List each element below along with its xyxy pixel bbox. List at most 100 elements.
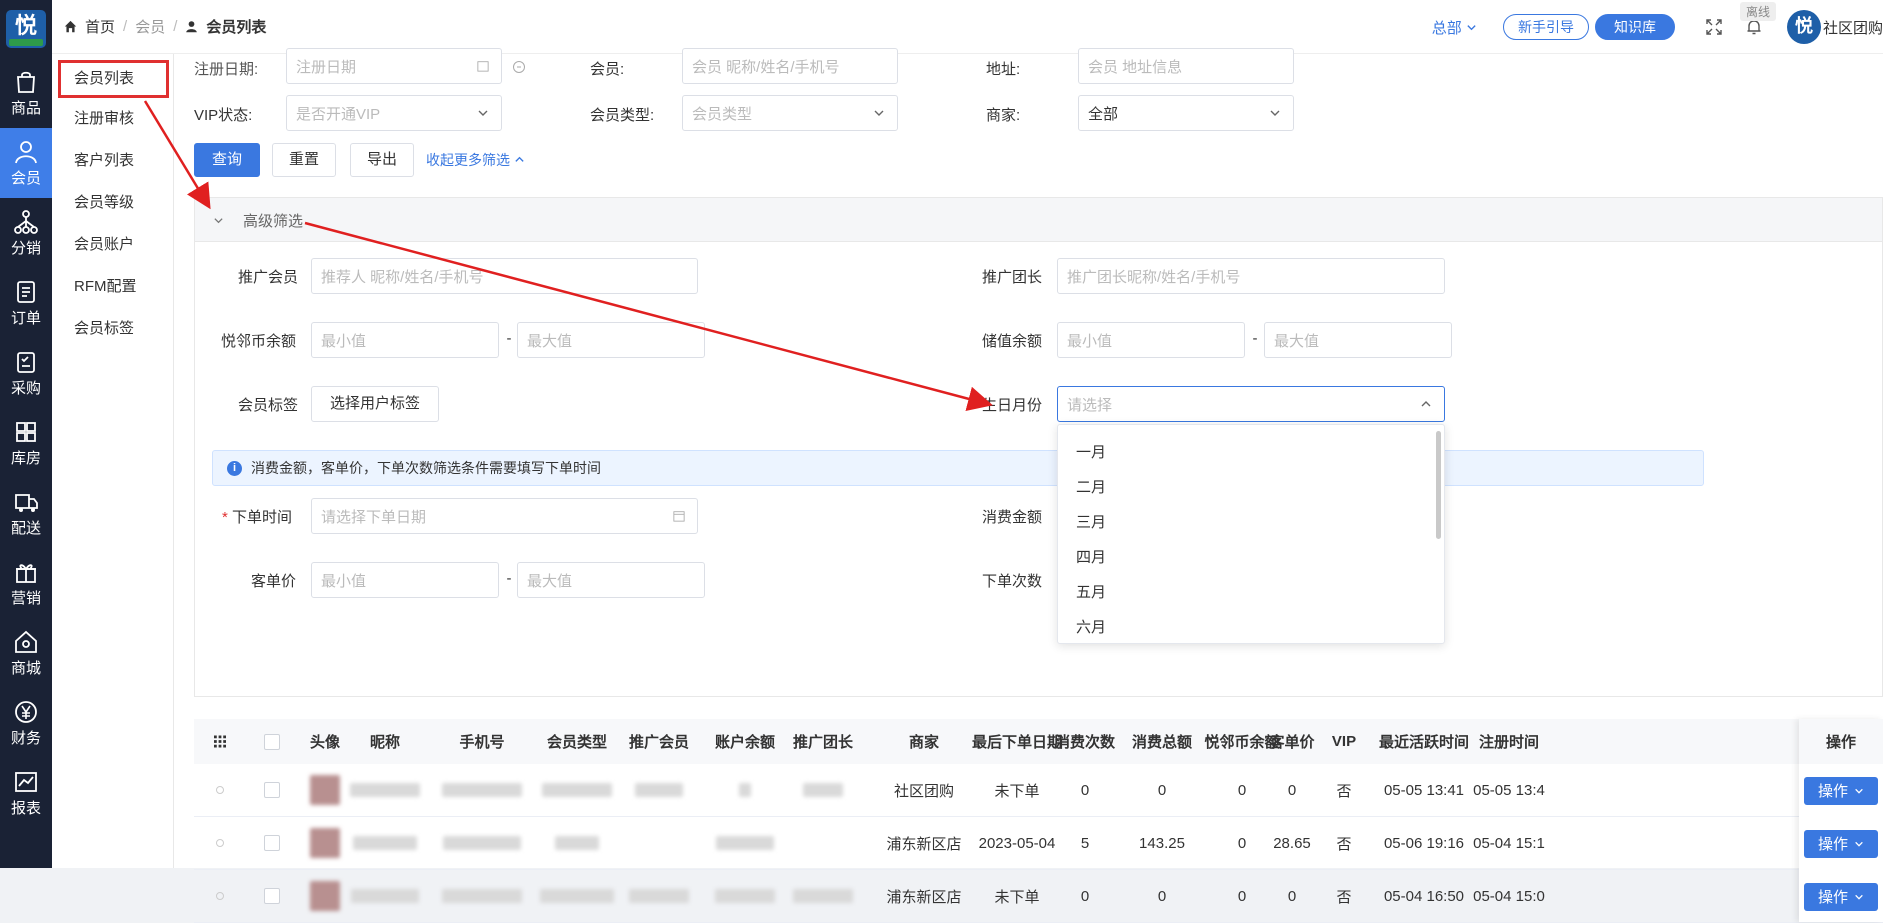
person-small-icon <box>186 21 198 33</box>
month-option[interactable]: 一月 <box>1058 435 1444 470</box>
coin-min-input[interactable]: 最小值 <box>311 322 499 358</box>
subnav-item-6[interactable]: 会员标签 <box>52 308 173 350</box>
coin-max-input[interactable]: 最大值 <box>517 322 705 358</box>
member-type-select[interactable]: 会员类型 <box>682 95 898 131</box>
collapse-filters-link[interactable]: 收起更多筛选 <box>426 150 525 170</box>
month-option[interactable]: 五月 <box>1058 575 1444 610</box>
cell-avg: 0 <box>1287 781 1297 799</box>
month-option[interactable]: 四月 <box>1058 540 1444 575</box>
stored-max-input[interactable]: 最大值 <box>1264 322 1452 358</box>
cell-vip: 否 <box>1336 888 1352 906</box>
rail-item-6[interactable]: 配送 <box>0 478 52 548</box>
rail-item-1[interactable]: 会员 <box>0 128 52 198</box>
advanced-filter-title: 高级筛选 <box>243 213 304 230</box>
table-row[interactable]: 浦东新区店 未下单 0 0 0 0 否 05-04 16:50 05-04 15:0 <box>194 870 1883 923</box>
subnav-item-1[interactable]: 注册审核 <box>52 98 173 140</box>
month-option[interactable]: 三月 <box>1058 505 1444 540</box>
advanced-filter-header[interactable]: 高级筛选 <box>194 197 1883 241</box>
avg-max-input[interactable]: 最大值 <box>517 562 705 598</box>
member-input[interactable]: 会员 昵称/姓名/手机号 <box>682 48 898 84</box>
reg-date-input[interactable]: 注册日期 <box>286 48 502 84</box>
birth-month-select[interactable]: 请选择 <box>1057 386 1445 422</box>
clear-icon[interactable] <box>512 60 526 74</box>
select-tag-button[interactable]: 选择用户标签 <box>311 386 439 422</box>
row-checkbox[interactable] <box>264 888 280 904</box>
birth-month-dropdown: 一月 二月 三月 四月 五月 六月 <box>1057 424 1445 644</box>
rail-item-3[interactable]: 订单 <box>0 268 52 338</box>
cell-merchant: 浦东新区店 <box>886 888 962 906</box>
subnav-item-0[interactable]: 会员列表 <box>58 60 169 98</box>
column-settings-icon[interactable] <box>214 735 226 748</box>
export-button[interactable]: 导出 <box>350 143 414 177</box>
leader-input[interactable]: 推广团长昵称/姓名/手机号 <box>1057 258 1445 294</box>
breadcrumb-home[interactable]: 首页 <box>85 16 115 37</box>
cell-nick <box>340 870 430 922</box>
address-input[interactable]: 会员 地址信息 <box>1078 48 1294 84</box>
dropdown-scrollbar[interactable] <box>1436 431 1441 539</box>
reset-button[interactable]: 重置 <box>272 143 336 177</box>
rail-item-10[interactable]: 报表 <box>0 758 52 828</box>
knowledge-base-button[interactable]: 知识库 <box>1594 14 1675 40</box>
rail-item-0[interactable]: 商品 <box>0 58 52 128</box>
rail-item-2[interactable]: 分销 <box>0 198 52 268</box>
merchant-select[interactable]: 全部 <box>1078 95 1294 131</box>
user-name[interactable]: 社区团购 <box>1823 17 1883 38</box>
redacted-text <box>542 783 612 797</box>
promoter-input[interactable]: 推荐人 昵称/姓名/手机号 <box>311 258 698 294</box>
query-button[interactable]: 查询 <box>194 143 260 177</box>
expand-dot[interactable] <box>216 892 224 900</box>
table-row[interactable]: 社区团购 未下单 0 0 0 0 否 05-05 13:41 05-05 13:4 <box>194 764 1883 817</box>
redacted-text <box>739 783 751 797</box>
cell-balance <box>700 870 790 922</box>
fullscreen-icon[interactable] <box>1705 18 1723 36</box>
chevron-down-icon <box>1270 110 1280 116</box>
order-time-input[interactable]: 请选择下单日期 <box>311 498 698 534</box>
subnav-item-2[interactable]: 客户列表 <box>52 140 173 182</box>
row-checkbox[interactable] <box>264 782 280 798</box>
row-op-button[interactable]: 操作 <box>1804 829 1878 858</box>
chevron-down-icon <box>1467 24 1476 30</box>
redacted-text <box>629 889 689 903</box>
user-avatar[interactable]: 悦 <box>1786 10 1821 44</box>
coin-balance-label: 悦邻币余额 <box>221 333 297 350</box>
rail-item-8[interactable]: 商城 <box>0 618 52 688</box>
chart-icon <box>15 771 37 792</box>
stored-balance-label: 储值余额 <box>982 333 1043 350</box>
rail-item-7[interactable]: 营销 <box>0 548 52 618</box>
rail-item-9[interactable]: 财务 <box>0 688 52 758</box>
cell-nick <box>340 817 430 869</box>
breadcrumb-section[interactable]: 会员 <box>135 16 165 37</box>
select-all-checkbox[interactable] <box>264 733 280 750</box>
chevron-down-icon <box>1855 788 1863 794</box>
header-avg: 客单价 <box>1269 734 1315 751</box>
month-option[interactable]: 二月 <box>1058 470 1444 505</box>
guide-button[interactable]: 新手引导 <box>1502 14 1589 40</box>
stored-min-input[interactable]: 最小值 <box>1057 322 1245 358</box>
top-bar: 首页 / 会员 / 会员列表 总部 新手引导 知识库 离线 悦 社区团购 <box>52 0 1883 54</box>
subnav-item-3[interactable]: 会员等级 <box>52 182 173 224</box>
vip-select[interactable]: 是否开通VIP <box>286 95 502 131</box>
expand-dot[interactable] <box>216 786 224 794</box>
rail-item-5[interactable]: 库房 <box>0 408 52 478</box>
row-select <box>262 764 282 816</box>
avg-min-input[interactable]: 最小值 <box>311 562 499 598</box>
column-settings <box>214 719 226 764</box>
row-op-button[interactable]: 操作 <box>1804 882 1878 911</box>
subnav-item-5[interactable]: RFM配置 <box>52 266 173 308</box>
rail-label: 采购 <box>10 379 41 397</box>
rail-item-4[interactable]: 采购 <box>0 338 52 408</box>
org-selector[interactable]: 总部 <box>1432 17 1477 38</box>
chevron-down-icon <box>874 110 884 116</box>
expand-dot[interactable] <box>216 839 224 847</box>
row-op-button[interactable]: 操作 <box>1804 776 1878 805</box>
subnav-item-4[interactable]: 会员账户 <box>52 224 173 266</box>
app-logo[interactable]: 悦 <box>6 10 46 48</box>
avg-price-label: 客单价 <box>251 573 297 590</box>
table-row[interactable]: 浦东新区店 2023-05-04 5 143.25 0 28.65 否 05-06 19:16… <box>194 817 1883 870</box>
header-promoter: 推广会员 <box>628 734 689 751</box>
cell-nick <box>340 764 430 816</box>
cell-promoter <box>614 764 704 816</box>
row-checkbox[interactable] <box>264 835 280 851</box>
month-option[interactable]: 六月 <box>1058 610 1444 643</box>
cell-leader <box>778 764 868 816</box>
